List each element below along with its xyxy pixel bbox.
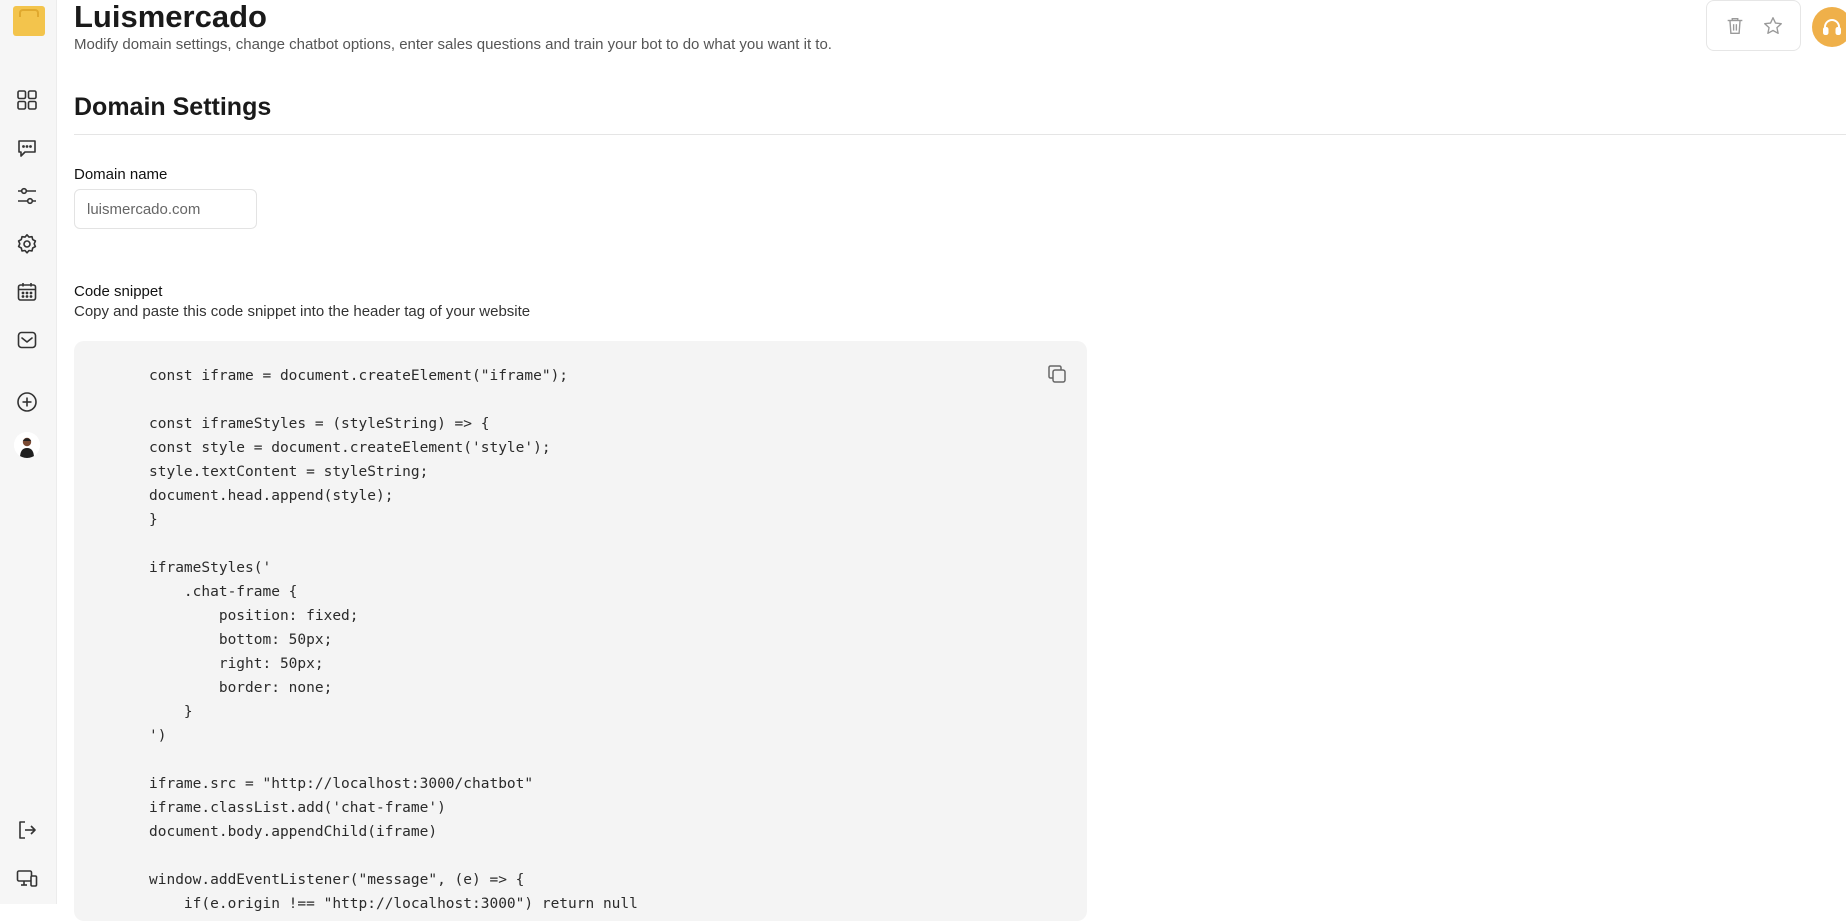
gear-icon[interactable] bbox=[12, 229, 42, 259]
domain-name-field[interactable] bbox=[74, 189, 257, 229]
avatar[interactable] bbox=[14, 432, 40, 458]
topbar-actions bbox=[1706, 0, 1801, 51]
page-title: Luismercado bbox=[74, 0, 267, 34]
plus-circle-icon[interactable] bbox=[12, 387, 42, 417]
chat-bubble-icon[interactable] bbox=[12, 133, 42, 163]
copy-icon[interactable] bbox=[1043, 360, 1071, 388]
sliders-icon[interactable] bbox=[12, 181, 42, 211]
calendar-icon[interactable] bbox=[12, 277, 42, 307]
code-snippet-label: Code snippet bbox=[74, 283, 162, 301]
page-subtitle: Modify domain settings, change chatbot o… bbox=[74, 36, 832, 54]
domain-name-label: Domain name bbox=[74, 166, 167, 184]
sidebar bbox=[0, 0, 57, 904]
code-snippet-help: Copy and paste this code snippet into th… bbox=[74, 303, 530, 321]
code-snippet-text[interactable]: const iframe = document.createElement("i… bbox=[149, 364, 638, 916]
star-icon[interactable] bbox=[1761, 14, 1785, 38]
logout-icon[interactable] bbox=[12, 815, 42, 845]
devices-icon[interactable] bbox=[12, 864, 42, 894]
brand-logo[interactable] bbox=[13, 6, 45, 36]
headset-icon[interactable] bbox=[1812, 7, 1846, 47]
main-content: Luismercado Modify domain settings, chan… bbox=[74, 0, 1846, 904]
mail-icon[interactable] bbox=[12, 325, 42, 355]
dashboard-grid-icon[interactable] bbox=[12, 85, 42, 115]
code-snippet-box: const iframe = document.createElement("i… bbox=[74, 341, 1087, 921]
section-title: Domain Settings bbox=[74, 92, 271, 122]
divider bbox=[74, 134, 1846, 135]
trash-icon[interactable] bbox=[1723, 14, 1747, 38]
